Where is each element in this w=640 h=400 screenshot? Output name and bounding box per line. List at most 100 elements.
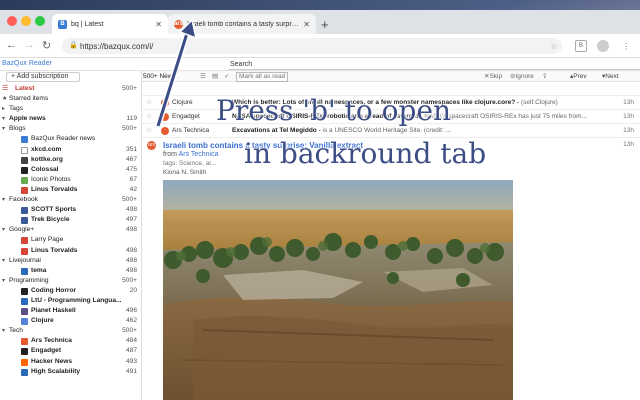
unread-count: 484 xyxy=(125,337,137,345)
chevron-down-icon[interactable]: ▾ xyxy=(2,114,5,124)
sidebar-feed-item[interactable]: High Scalability 491 xyxy=(0,367,141,377)
sidebar-folder-item[interactable]: ▾ Facebook 500+ xyxy=(0,195,141,205)
sidebar-item-label: Planet Haskell xyxy=(31,307,76,315)
overlay-line-1: Press 'b' to open xyxy=(216,94,452,127)
unread-count: 498 xyxy=(125,256,137,264)
codinghorror-icon xyxy=(21,287,28,295)
sidebar-folder-item[interactable]: ▾ Tech 500+ xyxy=(0,326,141,336)
prev-button[interactable]: ▴ Prev xyxy=(570,71,587,82)
sidebar-feed-item[interactable]: Linus Torvalds 498 xyxy=(0,246,141,256)
check-icon[interactable]: ✓ xyxy=(224,71,229,82)
sidebar-feed-item[interactable]: Larry Page xyxy=(0,235,141,245)
from-label: from xyxy=(163,151,177,158)
unread-count: 500+ xyxy=(122,196,137,204)
sidebar-folder-item[interactable]: ▾ Google+ 498 xyxy=(0,225,141,235)
sidebar-folder-item[interactable]: ★ Starred items xyxy=(0,94,141,104)
ars-icon: ars xyxy=(147,141,156,150)
sidebar-feed-item[interactable]: BazQux Reader news xyxy=(0,134,141,144)
bookmark-star-icon[interactable]: ☆ xyxy=(548,40,560,52)
unread-count: 475 xyxy=(125,165,137,173)
skip-button[interactable]: ✕ Skip xyxy=(484,71,502,82)
sidebar-feed-item[interactable]: SCOTT Sports 498 xyxy=(0,205,141,215)
sidebar-feed-item[interactable]: Linus Torvalds 42 xyxy=(0,185,141,195)
sidebar-item-label: Iconic Photos xyxy=(31,175,71,183)
next-button[interactable]: ▾ Next xyxy=(602,71,619,82)
sidebar-feed-item[interactable]: kottke.org 467 xyxy=(0,155,141,165)
minimize-window-icon[interactable] xyxy=(21,16,31,26)
latest-icon: ☰ xyxy=(2,85,9,92)
close-window-icon[interactable] xyxy=(7,16,17,26)
mark-all-read-button[interactable]: Mark all as read xyxy=(236,72,289,82)
maximize-window-icon[interactable] xyxy=(35,16,45,26)
sidebar-item-label: Livejournal xyxy=(9,256,41,264)
chevron-down-icon[interactable]: ▾ xyxy=(2,276,5,286)
item-title: Excavations at Tel Megiddo xyxy=(232,127,317,134)
sidebar-item-label: Colossal xyxy=(31,165,59,173)
chevron-down-icon[interactable]: ▾ xyxy=(2,326,5,336)
sidebar-feed-item[interactable]: Engadget 487 xyxy=(0,346,141,356)
sidebar-folder-item[interactable]: ▾ Livejournal 498 xyxy=(0,256,141,266)
unread-count: 498 xyxy=(125,246,137,254)
facebook-icon xyxy=(21,207,28,215)
chevron-down-icon[interactable]: ▾ xyxy=(2,225,5,235)
forward-arrow-icon[interactable]: → xyxy=(24,39,35,51)
chevron-down-icon[interactable]: ▾ xyxy=(2,256,5,266)
source-link[interactable]: Ars Technica xyxy=(179,151,219,158)
tag-icon[interactable]: ▸ xyxy=(2,104,5,114)
chevron-down-icon[interactable]: ▾ xyxy=(2,124,5,134)
share-icon[interactable]: ⇪ xyxy=(542,71,547,82)
sidebar-feed-item[interactable]: Hacker News 493 xyxy=(0,357,141,367)
article-tags[interactable]: tags: Science, ar... xyxy=(163,160,216,167)
full-view-icon[interactable]: ▤ xyxy=(212,71,218,82)
bazqux-icon xyxy=(21,136,28,144)
sidebar-folder-item[interactable]: ▾ Blogs 500+ xyxy=(0,124,141,134)
unread-count: 493 xyxy=(125,357,137,365)
sidebar-feed-item[interactable]: Iconic Photos 67 xyxy=(0,175,141,185)
sidebar-folder-item[interactable]: ☰ Latest 500+ xyxy=(0,84,141,94)
add-subscription-button[interactable]: + Add subscription xyxy=(6,72,80,82)
sidebar-item-label: Starred items xyxy=(9,95,49,103)
menu-icon[interactable]: ⋮ xyxy=(620,40,632,52)
sidebar-item-label: Blogs xyxy=(9,125,26,133)
unread-count: 497 xyxy=(125,216,137,224)
article-author: Kiona N. Smith xyxy=(163,169,207,176)
item-time: 13h xyxy=(623,127,634,134)
sidebar-feed-item[interactable]: Trek Bicycle 497 xyxy=(0,215,141,225)
sidebar-feed-item[interactable]: Colossal 475 xyxy=(0,165,141,175)
sidebar-item-label: Facebook xyxy=(9,196,38,204)
star-icon[interactable]: ★ xyxy=(2,94,7,104)
gplus-icon xyxy=(21,237,28,245)
close-tab-icon[interactable]: ✕ xyxy=(299,20,310,29)
unread-count: 500+ xyxy=(122,327,137,335)
unread-count: 498 xyxy=(125,266,137,274)
ignore-button[interactable]: ⊘ Ignore xyxy=(510,71,534,82)
sidebar-folder-item[interactable]: ▾ Programming 500+ xyxy=(0,276,141,286)
sidebar-feed-item[interactable]: Planet Haskell 496 xyxy=(0,306,141,316)
unread-count: 20 xyxy=(129,286,137,294)
profile-avatar[interactable] xyxy=(597,40,609,52)
sidebar-item-label: Trek Bicycle xyxy=(31,216,70,224)
reload-icon[interactable]: ↻ xyxy=(42,39,51,52)
browser-toolbar: ← → ↻ 🔒 https://bazqux.com/i/ ☆ B ⋮ xyxy=(0,34,640,58)
gplus-icon xyxy=(21,247,28,255)
sidebar-feed-item[interactable]: xkcd.com 351 xyxy=(0,145,141,155)
sidebar-folder-item[interactable]: ▾ Apple news 119 xyxy=(0,114,141,124)
sidebar-feed-item[interactable]: Clojure 462 xyxy=(0,316,141,326)
unread-count: 119 xyxy=(126,115,137,123)
brand-logo[interactable]: BazQux Reader xyxy=(2,60,52,67)
sidebar-item-label: Engadget xyxy=(31,347,62,355)
new-tab-button[interactable]: + xyxy=(321,17,329,32)
sidebar-item-label: Larry Page xyxy=(31,236,64,244)
back-arrow-icon[interactable]: ← xyxy=(6,39,17,51)
extension-icon[interactable]: B xyxy=(575,40,587,52)
chevron-down-icon[interactable]: ▾ xyxy=(2,195,5,205)
unread-count: 67 xyxy=(129,175,137,183)
sidebar-feed-item[interactable]: LtU - Programming Langua... xyxy=(0,296,141,306)
address-bar[interactable]: 🔒 https://bazqux.com/i/ xyxy=(62,38,562,54)
sidebar-folder-item[interactable]: ▸ Tags xyxy=(0,104,141,114)
sidebar-feed-item[interactable]: Ars Technica 484 xyxy=(0,336,141,346)
unread-count: 498 xyxy=(125,206,137,214)
sidebar-feed-item[interactable]: tema 498 xyxy=(0,266,141,276)
search-input[interactable]: Search xyxy=(228,59,640,70)
sidebar-feed-item[interactable]: Coding Horror 20 xyxy=(0,286,141,296)
